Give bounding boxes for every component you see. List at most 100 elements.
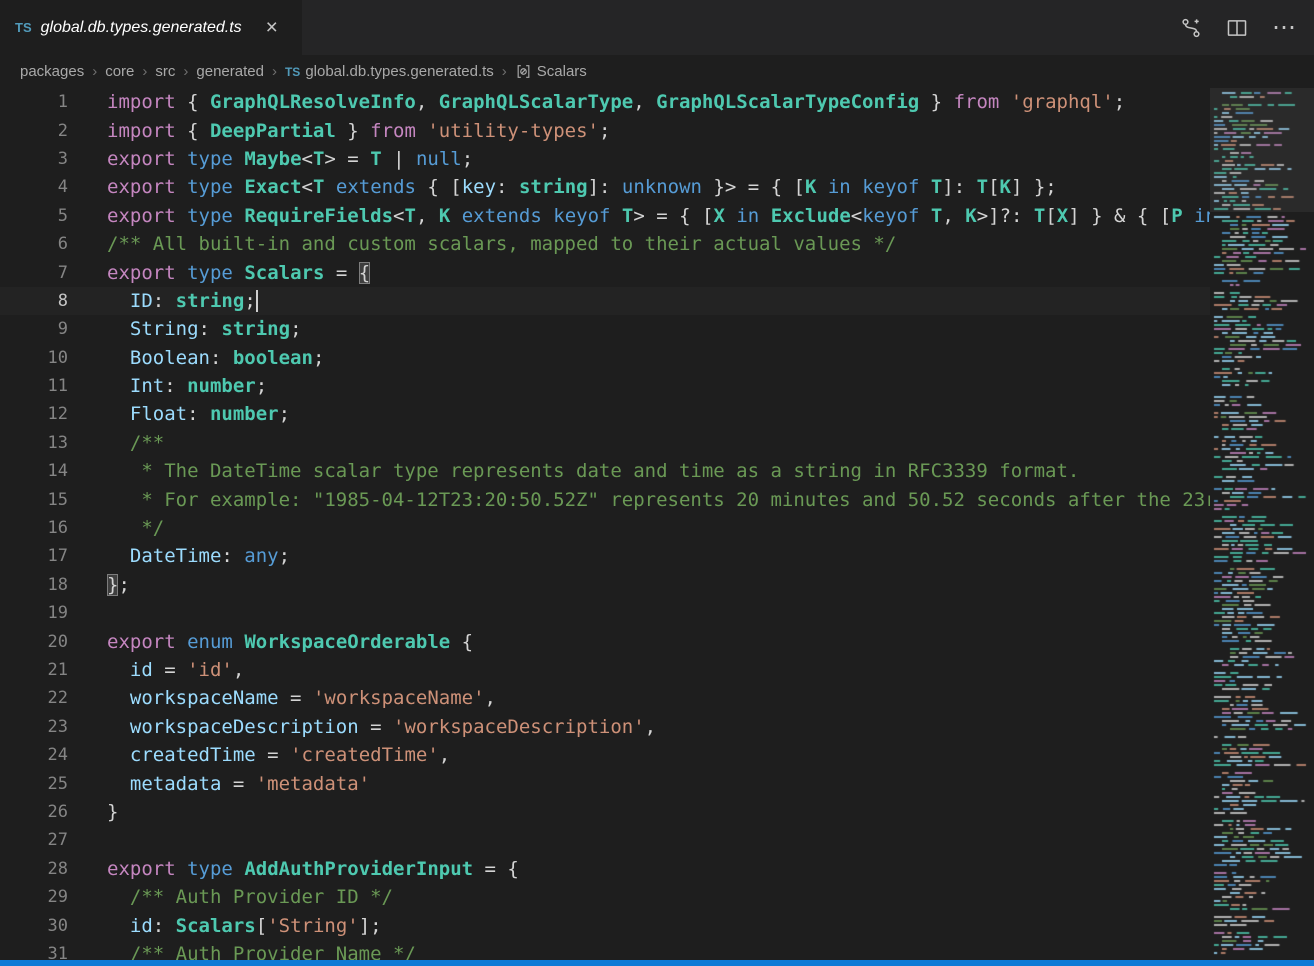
line-number[interactable]: 13 <box>0 433 68 453</box>
code-line[interactable]: 19 <box>0 599 1210 627</box>
code-line[interactable]: 11 Int: number; <box>0 372 1210 400</box>
code-line[interactable]: 10 Boolean: boolean; <box>0 344 1210 372</box>
code-line[interactable]: 5export type RequireFields<T, K extends … <box>0 202 1210 230</box>
code-token <box>107 943 130 960</box>
code-token: = <box>279 687 313 709</box>
code-line[interactable]: 6/** All built-in and custom scalars, ma… <box>0 230 1210 258</box>
line-number[interactable]: 9 <box>0 319 68 339</box>
minimap-content[interactable] <box>1210 88 1314 960</box>
code-token <box>107 318 130 340</box>
code-line[interactable]: 28export type AddAuthProviderInput = { <box>0 855 1210 883</box>
code-line[interactable]: 22 workspaceName = 'workspaceName', <box>0 684 1210 712</box>
code-token <box>851 176 862 198</box>
line-number[interactable]: 16 <box>0 518 68 538</box>
code-line[interactable]: 9 String: string; <box>0 315 1210 343</box>
line-number[interactable]: 3 <box>0 149 68 169</box>
code-token: < <box>393 205 404 227</box>
code-line[interactable]: 18}; <box>0 571 1210 599</box>
breadcrumb-item-src[interactable]: src <box>155 63 175 80</box>
line-number[interactable]: 17 <box>0 546 68 566</box>
chevron-right-icon: › <box>142 63 147 80</box>
editor-tab[interactable]: TS global.db.types.generated.ts × <box>0 0 302 55</box>
code-token: ; <box>244 290 255 312</box>
chevron-right-icon: › <box>92 63 97 80</box>
line-number[interactable]: 5 <box>0 206 68 226</box>
code-line[interactable]: 8 ID: string; <box>0 287 1210 315</box>
code-line[interactable]: 23 workspaceDescription = 'workspaceDesc… <box>0 713 1210 741</box>
code-line[interactable]: 13 /** <box>0 429 1210 457</box>
code-text: */ <box>107 517 164 539</box>
line-number[interactable]: 28 <box>0 859 68 879</box>
code-line[interactable]: 16 */ <box>0 514 1210 542</box>
code-editor[interactable]: 1import { GraphQLResolveInfo, GraphQLSca… <box>0 88 1210 960</box>
code-line[interactable]: 25 metadata = 'metadata' <box>0 769 1210 797</box>
code-line[interactable]: 24 createdTime = 'createdTime', <box>0 741 1210 769</box>
code-line[interactable]: 26} <box>0 798 1210 826</box>
code-line[interactable]: 2import { DeepPartial } from 'utility-ty… <box>0 116 1210 144</box>
close-tab-icon[interactable]: × <box>263 17 281 38</box>
line-number[interactable]: 26 <box>0 802 68 822</box>
code-token: } <box>107 801 118 823</box>
breadcrumb-item-symbol[interactable]: Scalars <box>515 63 587 80</box>
code-line[interactable]: 7export type Scalars = { <box>0 258 1210 286</box>
line-number[interactable]: 2 <box>0 121 68 141</box>
line-number[interactable]: 18 <box>0 575 68 595</box>
line-number[interactable]: 25 <box>0 774 68 794</box>
code-line[interactable]: 4export type Exact<T extends { [key: str… <box>0 173 1210 201</box>
code-token: < <box>302 176 313 198</box>
line-number[interactable]: 19 <box>0 603 68 623</box>
line-number[interactable]: 7 <box>0 263 68 283</box>
line-number[interactable]: 31 <box>0 944 68 960</box>
code-token: RequireFields <box>244 205 393 227</box>
code-line[interactable]: 21 id = 'id', <box>0 656 1210 684</box>
code-line[interactable]: 29 /** Auth Provider ID */ <box>0 883 1210 911</box>
code-token: [ <box>1045 205 1056 227</box>
code-line[interactable]: 15 * For example: "1985-04-12T23:20:50.5… <box>0 485 1210 513</box>
line-number[interactable]: 14 <box>0 461 68 481</box>
code-token: */ <box>141 517 164 539</box>
line-number[interactable]: 8 <box>0 291 68 311</box>
more-actions-icon[interactable]: ⋯ <box>1272 16 1296 40</box>
code-line[interactable]: 20export enum WorkspaceOrderable { <box>0 627 1210 655</box>
code-line[interactable]: 12 Float: number; <box>0 400 1210 428</box>
line-number[interactable]: 6 <box>0 234 68 254</box>
code-token: , <box>416 91 439 113</box>
code-line[interactable]: 31 /** Auth Provider Name */ <box>0 940 1210 960</box>
line-number[interactable]: 20 <box>0 632 68 652</box>
minimap-slider[interactable] <box>1210 88 1314 212</box>
breadcrumb-item-file[interactable]: TS global.db.types.generated.ts <box>285 63 494 80</box>
code-line[interactable]: 14 * The DateTime scalar type represents… <box>0 457 1210 485</box>
line-number[interactable]: 4 <box>0 177 68 197</box>
line-number[interactable]: 24 <box>0 745 68 765</box>
compare-changes-icon[interactable] <box>1180 17 1202 39</box>
line-number[interactable]: 11 <box>0 376 68 396</box>
split-editor-icon[interactable] <box>1226 17 1248 39</box>
code-token: K <box>439 205 450 227</box>
breadcrumb-item-core[interactable]: core <box>105 63 134 80</box>
code-line[interactable]: 30 id: Scalars['String']; <box>0 911 1210 939</box>
breadcrumb-item-generated[interactable]: generated <box>196 63 264 80</box>
code-token <box>233 858 244 880</box>
code-token <box>176 631 187 653</box>
breadcrumb-item-packages[interactable]: packages <box>20 63 84 80</box>
code-token: K <box>1000 176 1011 198</box>
line-number[interactable]: 30 <box>0 916 68 936</box>
minimap[interactable] <box>1210 88 1314 960</box>
line-number[interactable]: 29 <box>0 887 68 907</box>
code-token: string <box>519 176 588 198</box>
editor-tab-bar: TS global.db.types.generated.ts × ⋯ <box>0 0 1314 55</box>
line-number[interactable]: 23 <box>0 717 68 737</box>
code-token <box>176 262 187 284</box>
code-line[interactable]: 1import { GraphQLResolveInfo, GraphQLSca… <box>0 88 1210 116</box>
line-number[interactable]: 10 <box>0 348 68 368</box>
line-number[interactable]: 15 <box>0 490 68 510</box>
line-number[interactable]: 22 <box>0 688 68 708</box>
line-number[interactable]: 1 <box>0 92 68 112</box>
code-token <box>610 205 621 227</box>
line-number[interactable]: 21 <box>0 660 68 680</box>
line-number[interactable]: 12 <box>0 404 68 424</box>
code-line[interactable]: 27 <box>0 826 1210 854</box>
line-number[interactable]: 27 <box>0 830 68 850</box>
code-line[interactable]: 3export type Maybe<T> = T | null; <box>0 145 1210 173</box>
code-line[interactable]: 17 DateTime: any; <box>0 542 1210 570</box>
